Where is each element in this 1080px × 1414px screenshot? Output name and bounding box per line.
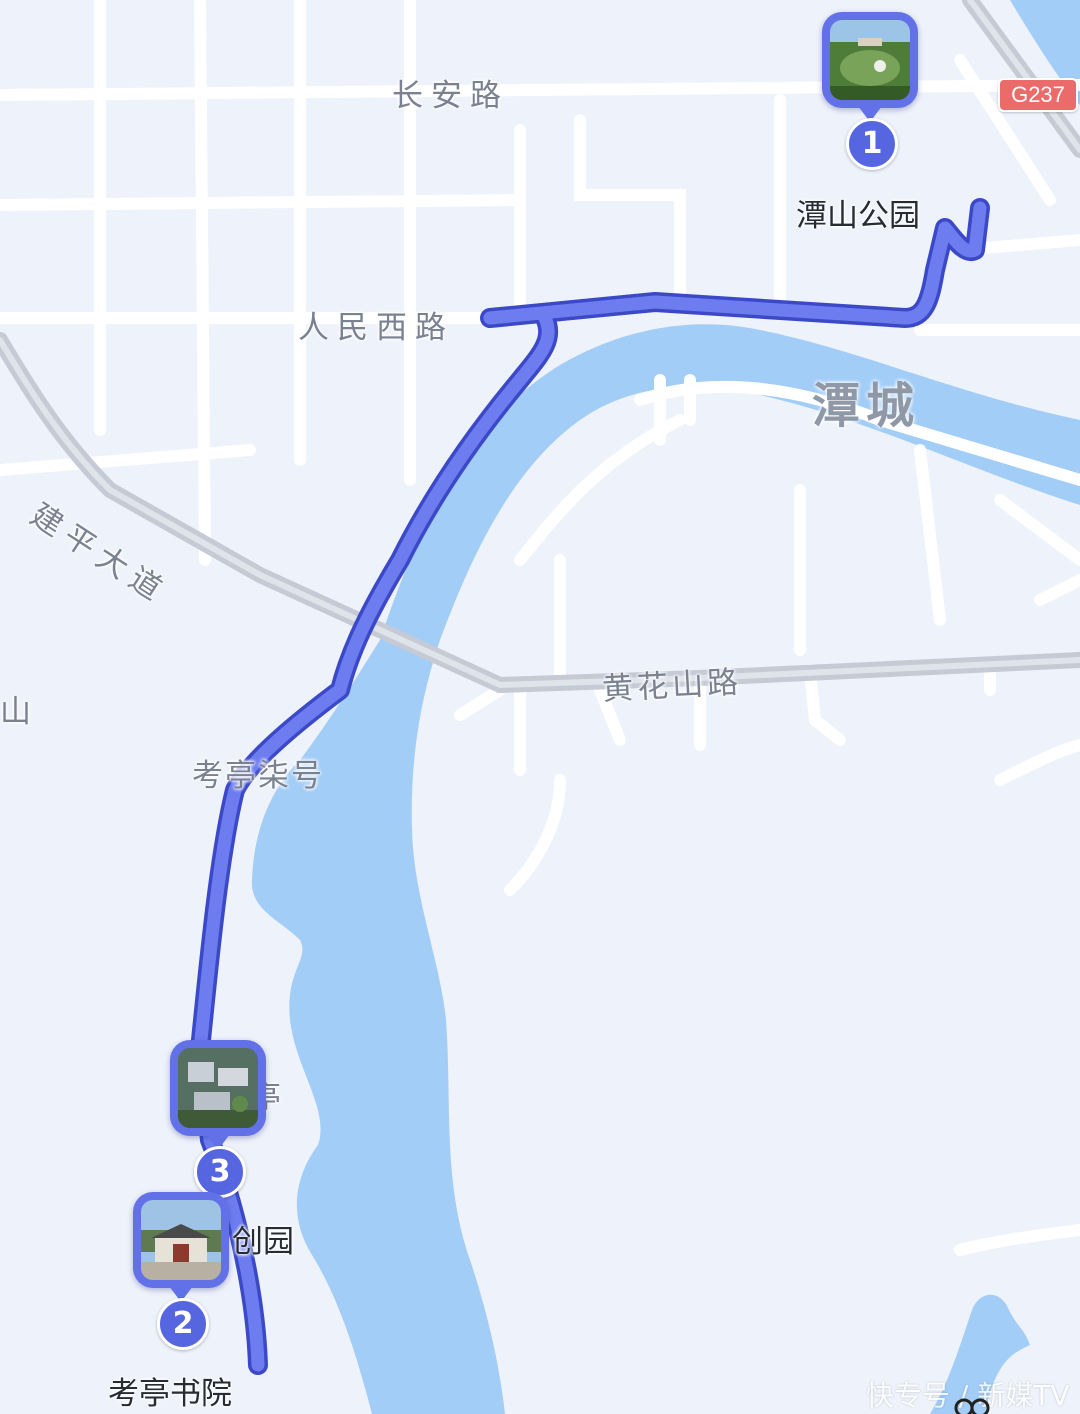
road-label-renmin-west: 人民西路 [298,310,454,346]
map-canvas[interactable]: 长安路 人民西路 建平大道 黄花山路 考亭柒号 山 亭 潭城 G237 1 潭山… [0,0,1080,1414]
poi-label-kaoting-academy[interactable]: 考亭书院 [108,1368,232,1413]
poi-label-tanshan-park[interactable]: 潭山公园 [796,190,920,235]
campus-photo [178,1048,258,1128]
stop-photo-frame [822,12,918,122]
road-label-changan: 长安路 [392,78,509,114]
route-stop-1[interactable]: 1 [822,12,918,170]
district-label-tancheng: 潭城 [812,378,921,434]
stop-photo-frame [133,1192,229,1302]
stop-photo-frame [170,1040,266,1150]
road-label-edge-fragment: 山 [0,694,39,730]
poi-label-wenchuang-park[interactable]: 创园 [232,1216,294,1261]
stop-number-badge: 3 [194,1146,246,1198]
academy-photo [141,1200,221,1280]
route-stop-2[interactable]: 2 [133,1192,229,1350]
highway-shield-g237: G237 [998,78,1078,112]
stop-number-badge: 1 [846,118,898,170]
road-label-huanghuashan: 黄花山路 [601,664,744,708]
park-photo [830,20,910,100]
watermark-logo-icon [954,1398,990,1414]
stop-number-badge: 2 [157,1298,209,1350]
route-stop-3[interactable]: 3 [170,1040,266,1198]
road-label-kaoting-qihao: 考亭柒号 [192,758,324,794]
